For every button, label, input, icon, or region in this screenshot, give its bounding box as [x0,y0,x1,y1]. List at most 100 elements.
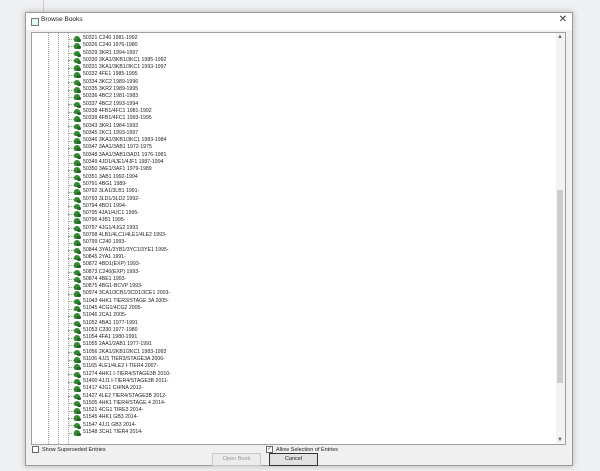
dialog-title: Browse Books [41,16,83,23]
tree-item[interactable]: 50792 3LA1/3LB1 1991- [32,188,555,195]
tree-item[interactable]: 51548 3CH1 TIER4 2014- [32,429,555,436]
tree-item[interactable]: 50795 4JA1/4JC1 1995- [32,210,555,217]
scroll-down-icon[interactable]: ▼ [557,437,563,443]
tree-item[interactable]: 51053 C330 1977-1980 [32,327,555,334]
tree-item[interactable]: 50330 3KA1/3KB1/3KC1 1985-1992 [32,57,555,64]
tree-item[interactable]: 51547 4JJ1 GB3 2014- [32,422,555,429]
tree-item-label: 50321 C240 1981-1992 [83,35,138,41]
book-icon [74,101,81,108]
tree-item[interactable]: 51045 4CG1/4CG2 2005- [32,305,555,312]
book-icon [74,342,81,348]
tree-item[interactable]: 50335 3KR2 1989-1995 [32,86,555,93]
close-icon[interactable]: ✕ [559,14,567,25]
tree-item[interactable]: 50797 4JG1/4JG2 1993 [32,225,555,232]
tree-item[interactable]: 50791 4BG1 1989- [32,181,555,188]
tree-item[interactable]: 51545 4HK1 GB3 2014- [32,414,555,421]
tree-item-label: 50792 3LA1/3LB1 1991- [83,188,140,195]
book-icon [74,357,81,363]
show-superseded-checkbox[interactable]: Show Superseded Entries [32,446,106,453]
book-icon [74,43,81,49]
tree-item[interactable]: 50844 3YA1/3YB1/3YC1/3YE1 1995- [32,247,555,254]
open-book-button[interactable]: Open Book [212,453,261,466]
tree-item-label: 50845 2YA1 1991- [83,253,126,260]
tree-item-label: 51043 4HK1 TIER3/STAGE 3A 2005- [83,297,169,304]
tree-item[interactable]: 50321 C240 1981-1992 [32,35,555,42]
tree-item[interactable]: 50334 3KC2 1989-1996 [32,79,555,86]
tree-item[interactable]: 50349 4JD1/4JE1/4JF1 1987-1994 [32,159,555,166]
book-icon [74,94,81,100]
vertical-scrollbar[interactable]: ▲ ▼ [556,33,565,444]
tree-item[interactable]: 50350 3AE1/3AF1 1979-1989 [32,166,555,173]
tree-item[interactable]: 50794 4BD1 1994- [32,203,555,210]
browse-books-dialog: Browse Books ✕ 50321 C240 1981-1992 50326… [25,12,573,466]
tree-item-label: 50332 4FE1 1985-1995 [83,71,138,78]
tree-item-label: 50348 3AA1/3AB1/3AD1 1976-1981 [83,151,167,158]
scrollbar-thumb[interactable] [557,190,563,383]
tree-item[interactable]: 50348 3AA1/3AB1/3AD1 1976-1981 [32,152,555,159]
tree-item[interactable]: 51055 2AA1/2AB1 1977-1991 [32,341,555,348]
tree-item[interactable]: 50798 4LB1/4LC1/4LE1/4LE2 1993- [32,232,555,239]
scroll-up-icon[interactable]: ▲ [557,34,563,40]
tree-item-label: 50875 4BG1-BCVP 1993- [83,283,143,290]
book-icon [74,57,81,64]
tree-item[interactable]: 50345 2KC1 1993-1997 [32,130,555,137]
tree-item[interactable]: 50329 3KR1 1994-1997 [32,50,555,57]
tree-item[interactable]: 51052 4BA1 1977-1991 [32,320,555,327]
book-icon [74,335,81,341]
checkbox-box[interactable]: ✓ [266,446,273,453]
tree-item[interactable]: 50845 2YA1 1991- [32,254,555,261]
tree-item[interactable]: 50873 C240(EXP) 1993- [32,269,555,276]
tree-item[interactable]: 50331 3KA1/3KB1/3KC1 1993-1997 [32,64,555,71]
book-icon [74,276,81,283]
tree-item[interactable]: 50974 3CA1/3CB1/3CD1/3CE1 2003- [32,290,555,297]
book-icon [74,364,81,370]
tree-item[interactable]: 51046 2CA1 2005- [32,312,555,319]
tree-item[interactable]: 51274 4HK1 I-TIER4/STAGE3B 2010- [32,371,555,378]
tree-item[interactable]: 50337 4BC2 1993-1994 [32,101,555,108]
tree-item-label: 50795 4JA1/4JC1 1995- [83,210,139,217]
checkbox-box[interactable] [32,446,39,453]
tree-item[interactable]: 51054 4FA1 1980-1991 [32,334,555,341]
tree-item[interactable]: 50799 C240 1993- [32,239,555,246]
tree-item[interactable]: 50343 3KR1 1984-1993 [32,123,555,130]
book-icon [74,284,81,290]
book-icon [74,36,81,42]
tree-item[interactable]: 50326 C240 1976-1980 [32,42,555,49]
tree-item[interactable]: 50332 4FE1 1985-1995 [32,71,555,78]
allow-selection-checkbox[interactable]: ✓ Allow Selection of Entries [266,446,338,453]
tree-item-label: 50798 4LB1/4LC1/4LE1/4LE2 1993- [83,232,167,239]
tree-item[interactable]: 50796 4JB1 1995- [32,217,555,224]
tree-item-label: 50331 3KA1/3KB1/3KC1 1993-1997 [83,64,167,71]
tree-item[interactable]: 51165 4LE1/4LE2 I-TIER4 2007- [32,363,555,370]
tree-item[interactable]: 50338 4FB1/4FC1 1981-1992 [32,108,555,115]
book-icon [74,130,81,137]
tree-item[interactable]: 51417 4JG1 CHINA 2012- [32,385,555,392]
tree-item[interactable]: 50351 3AB1 1992-1994 [32,174,555,181]
title-bar[interactable]: Browse Books ✕ [26,13,572,30]
tree-item[interactable]: 50872 4BD1(EXP) 1993- [32,261,555,268]
book-icon [74,408,81,414]
tree-item[interactable]: 50336 4BC2 1981-1983 [32,93,555,100]
tree-item[interactable]: 50874 4BE1 1993- [32,276,555,283]
tree-item[interactable]: 50793 3LD1/3LD2 1992- [32,196,555,203]
tree-item[interactable]: 51106 4JJ1 TIER3/STAGE3A 2006- [32,356,555,363]
tree-item[interactable]: 50875 4BG1-BCVP 1993- [32,283,555,290]
book-icon [74,79,81,86]
tree-item-label: 51052 4BA1 1977-1991 [83,319,138,326]
tree-item[interactable]: 51400 4JJ1 I-TIER4/STAGE3B 2011- [32,378,555,385]
book-tree-list[interactable]: 50321 C240 1981-1992 50326 C240 1976-1980… [31,32,566,445]
tree-item[interactable]: 51521 4CG1 TIRE3 2014- [32,407,555,414]
tree-item[interactable]: 51056 2KA1/2KB1/2KC1 1983-1993 [32,349,555,356]
tree-item[interactable]: 51043 4HK1 TIER3/STAGE 3A 2005- [32,298,555,305]
tree-item-label: 50329 3KR1 1994-1997 [83,49,139,56]
tree-item[interactable]: 50347 3AA1/3AB1 1972-1975 [32,144,555,151]
tree-item-label: 50797 4JG1/4JG2 1993 [83,224,139,231]
book-icon [74,87,81,93]
cancel-button[interactable]: Cancel [269,453,318,466]
book-icon [74,327,81,334]
tree-item[interactable]: 50346 3KA1/3KB1/3KC1 1983-1984 [32,137,555,144]
tree-item-label: 50872 4BD1(EXP) 1993- [83,261,141,268]
tree-item[interactable]: 51505 4HK1 TIER4/STAGE 4 2014- [32,400,555,407]
tree-item[interactable]: 50339 4FB1/4FC1 1993-1995 [32,115,555,122]
tree-item[interactable]: 51427 4LE2 TIER4/STAGE3B 2012- [32,393,555,400]
